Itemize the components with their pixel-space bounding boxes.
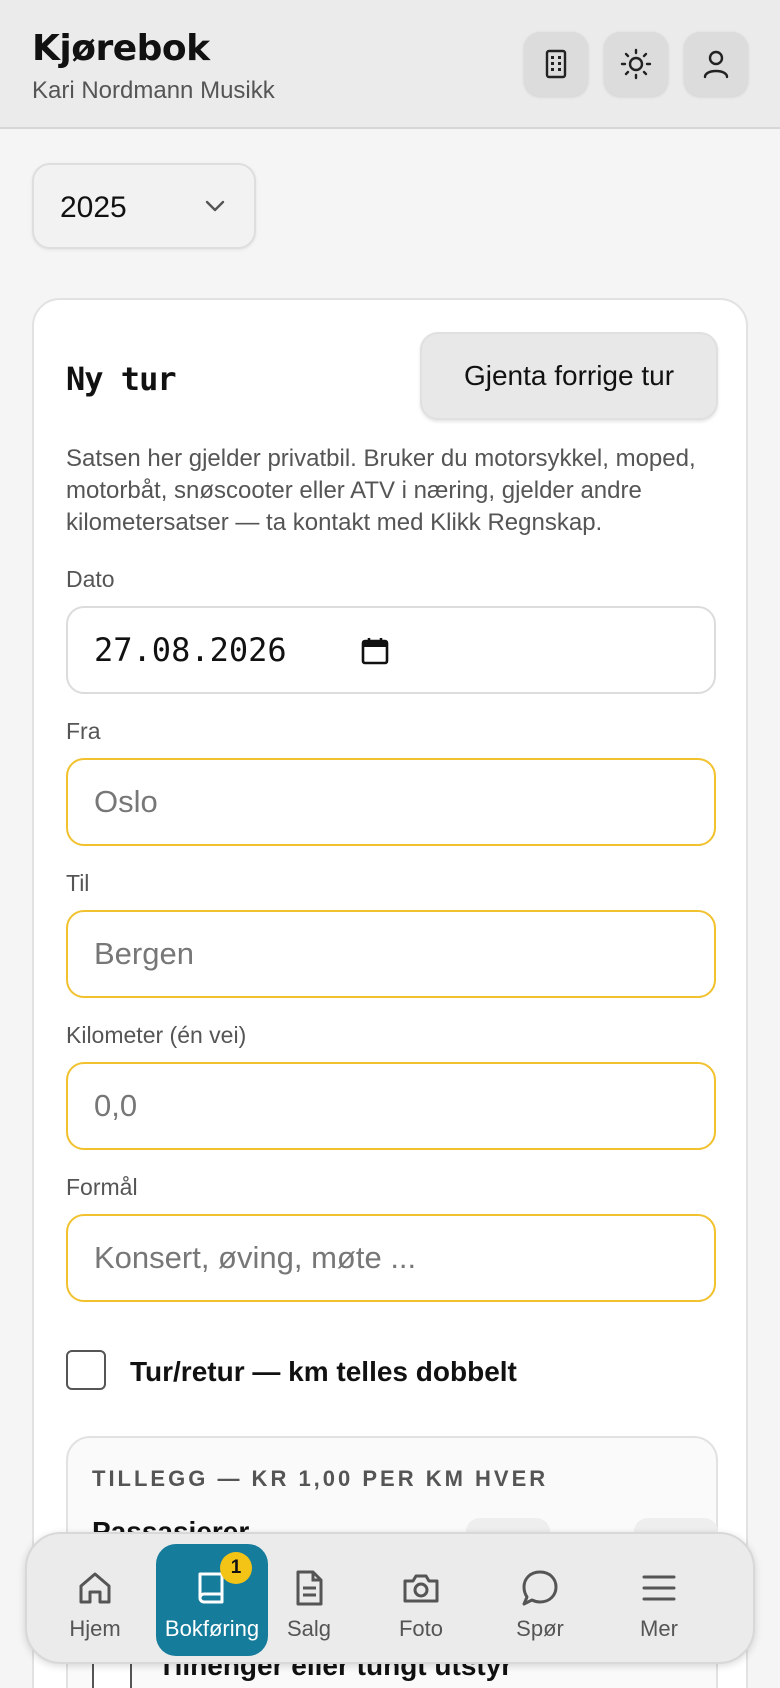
new-trip-card: Ny tur Gjenta forrige tur Satsen her gje… (32, 298, 748, 1688)
company-button[interactable] (524, 32, 588, 96)
repeat-last-trip-button[interactable]: Gjenta forrige tur (420, 332, 718, 420)
document-icon (296, 1570, 323, 1606)
nav-label-photo: Foto (398, 1616, 444, 1641)
menu-icon (642, 1575, 676, 1601)
calendar-icon[interactable] (360, 636, 390, 666)
home-icon (79, 1572, 111, 1604)
purpose-label: Formål (66, 1174, 138, 1200)
nav-label-ask: Spør (516, 1616, 564, 1641)
nav-item-sales[interactable]: Salg (253, 1544, 365, 1656)
purpose-input[interactable]: Konsert, øving, møte ... (66, 1214, 716, 1302)
from-input[interactable]: Oslo (66, 758, 716, 846)
purpose-placeholder: Konsert, øving, møte ... (94, 1240, 417, 1275)
profile-button[interactable] (684, 32, 748, 96)
date-input[interactable]: 27.08.2026 (66, 606, 716, 694)
km-input[interactable]: 0,0 (66, 1062, 716, 1150)
building-icon (545, 49, 567, 79)
nav-item-more[interactable]: Mer (603, 1544, 715, 1656)
nav-label-more: Mer (640, 1616, 678, 1641)
bottom-navigation: Hjem 1 Bokføring Salg Foto Spør Mer (25, 1532, 755, 1664)
year-select[interactable]: 2025 (32, 163, 256, 249)
round-trip-label: Tur/retur — km telles dobbelt (130, 1356, 517, 1387)
nav-item-photo[interactable]: Foto (365, 1544, 477, 1656)
sun-icon (620, 48, 652, 80)
nav-label-home: Hjem (69, 1616, 121, 1641)
to-placeholder: Bergen (94, 936, 194, 971)
user-icon (703, 50, 729, 79)
camera-icon (403, 1574, 439, 1603)
nav-item-home[interactable]: Hjem (39, 1544, 151, 1656)
to-label: Til (66, 870, 90, 896)
theme-toggle-button[interactable] (604, 32, 668, 96)
km-label: Kilometer (én vei) (66, 1022, 247, 1048)
company-name: Kari Nordmann Musikk (32, 77, 275, 104)
from-label: Fra (66, 718, 101, 744)
app-header: Kjørebok Kari Nordmann Musikk (0, 0, 780, 129)
chat-bubble-icon (522, 1570, 558, 1606)
date-value: 27.08.2026 (94, 631, 287, 669)
nav-label-bookkeeping: Bokføring (164, 1616, 260, 1641)
notification-badge: 1 (220, 1552, 252, 1584)
nav-item-bookkeeping[interactable]: 1 Bokføring (156, 1544, 268, 1656)
round-trip-checkbox[interactable] (66, 1350, 106, 1390)
chevron-down-icon (205, 200, 225, 212)
date-label: Dato (66, 566, 115, 592)
to-input[interactable]: Bergen (66, 910, 716, 998)
year-select-value: 2025 (60, 191, 127, 224)
page-title: Kjørebok (32, 28, 210, 69)
nav-item-ask[interactable]: Spør (484, 1544, 596, 1656)
card-title: Ny tur (66, 360, 177, 398)
rate-notice: Satsen her gjelder privatbil. Bruker du … (66, 445, 696, 536)
extras-heading: TILLEGG — KR 1,00 PER KM HVER (92, 1466, 549, 1491)
nav-label-sales: Salg (286, 1616, 332, 1641)
from-placeholder: Oslo (94, 784, 158, 819)
km-placeholder: 0,0 (94, 1088, 138, 1123)
